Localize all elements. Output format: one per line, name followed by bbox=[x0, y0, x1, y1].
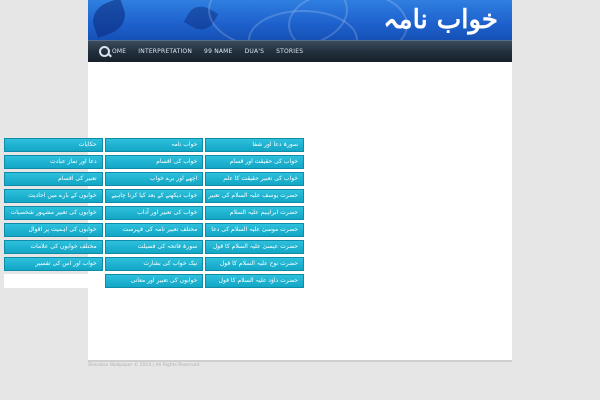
link-button[interactable]: حضرت ابراہیم علیہ السلام bbox=[205, 206, 305, 220]
link-button[interactable]: حضرت عیسیٰ علیہ السلام کا قول bbox=[205, 240, 305, 254]
link-row: خواب اور اس کی تفسیر نیک خواب کی بشارت ح… bbox=[4, 257, 305, 271]
link-button[interactable]: حکایات bbox=[4, 138, 103, 152]
link-row: خوابوں کے بارے میں احادیث خواب دیکھنے کے… bbox=[4, 189, 305, 203]
link-button[interactable]: خوابوں کی تعبیر اور معانی bbox=[104, 274, 204, 288]
link-button[interactable]: مختلف تعبیر نامہ کی فہرست bbox=[104, 223, 204, 237]
link-row: خوابوں کی تعبیر اور معانی حضرت داؤد علیہ… bbox=[4, 274, 304, 288]
empty-cell bbox=[4, 274, 103, 288]
link-button[interactable]: حضرت نوح علیہ السلام کا قول bbox=[205, 257, 305, 271]
link-button[interactable]: تعبیر کی اقسام bbox=[4, 172, 103, 186]
link-button[interactable]: خواب کی تعبیر حقیقت کا علم bbox=[205, 172, 305, 186]
footer-copyright: Sheraton Wallpaper © 2014 | All Rights R… bbox=[88, 363, 200, 368]
link-button[interactable]: حضرت یوسف علیہ السلام کی تعبیر bbox=[205, 189, 305, 203]
main-nav: OME INTERPRETATION 99 NAME DUA'S STORIES bbox=[88, 40, 512, 62]
nav-item-interpretation[interactable]: INTERPRETATION bbox=[138, 48, 192, 55]
link-button[interactable]: سورۃ دعا اور شفا bbox=[205, 138, 305, 152]
link-button[interactable]: خواب کی تعبیر اور آداب bbox=[104, 206, 204, 220]
nav-item-99-names[interactable]: 99 NAME bbox=[204, 48, 233, 55]
link-button[interactable]: سورۃ فاتحہ کی فضیلت bbox=[104, 240, 204, 254]
link-button[interactable]: خواب کی حقیقت اور قسام bbox=[205, 155, 305, 169]
site-title[interactable]: خواب نامہ bbox=[383, 0, 498, 40]
link-row: حکایات خواب نامہ سورۃ دعا اور شفا bbox=[4, 138, 305, 152]
link-button[interactable]: اچھے اور برے خواب bbox=[104, 172, 204, 186]
nav-item-duas[interactable]: DUA'S bbox=[245, 48, 265, 55]
link-button[interactable]: خوابوں کے بارے میں احادیث bbox=[4, 189, 103, 203]
header-banner: خواب نامہ bbox=[88, 0, 512, 40]
link-button[interactable]: خواب نامہ bbox=[104, 138, 204, 152]
link-button[interactable]: دعا اور نماز عبادت bbox=[4, 155, 103, 169]
link-button[interactable]: خواب اور اس کی تفسیر bbox=[4, 257, 103, 271]
link-row: تعبیر کی اقسام اچھے اور برے خواب خواب کی… bbox=[4, 172, 305, 186]
link-grid: حکایات خواب نامہ سورۃ دعا اور شفا دعا او… bbox=[4, 138, 305, 291]
link-button[interactable]: خواب دیکھنے کے بعد کیا کرنا چاہیے bbox=[104, 189, 204, 203]
link-row: خوابوں کی اہمیت پر اقوال مختلف تعبیر نام… bbox=[4, 223, 305, 237]
search-icon[interactable] bbox=[98, 45, 112, 59]
link-button[interactable]: حضرت داؤد علیہ السلام کا قول bbox=[205, 274, 304, 288]
link-button[interactable]: نیک خواب کی بشارت bbox=[104, 257, 204, 271]
footer-divider bbox=[88, 360, 512, 362]
link-button[interactable]: خوابوں کی اہمیت پر اقوال bbox=[4, 223, 103, 237]
nav-item-home[interactable]: OME bbox=[112, 48, 126, 55]
nav-item-stories[interactable]: STORIES bbox=[276, 48, 303, 55]
link-row: دعا اور نماز عبادت خواب کی اقسام خواب کی… bbox=[4, 155, 305, 169]
link-button[interactable]: خواب کی اقسام bbox=[104, 155, 204, 169]
decorative-leaf-icon bbox=[88, 0, 131, 38]
link-button[interactable]: مختلف خوابوں کی علامات bbox=[4, 240, 103, 254]
link-row: خوابوں کی تعبیر مشہور شخصیات خواب کی تعب… bbox=[4, 206, 305, 220]
link-row: مختلف خوابوں کی علامات سورۃ فاتحہ کی فضی… bbox=[4, 240, 305, 254]
link-button[interactable]: خوابوں کی تعبیر مشہور شخصیات bbox=[4, 206, 103, 220]
link-button[interactable]: حضرت موسیٰ علیہ السلام کی دعا bbox=[205, 223, 305, 237]
